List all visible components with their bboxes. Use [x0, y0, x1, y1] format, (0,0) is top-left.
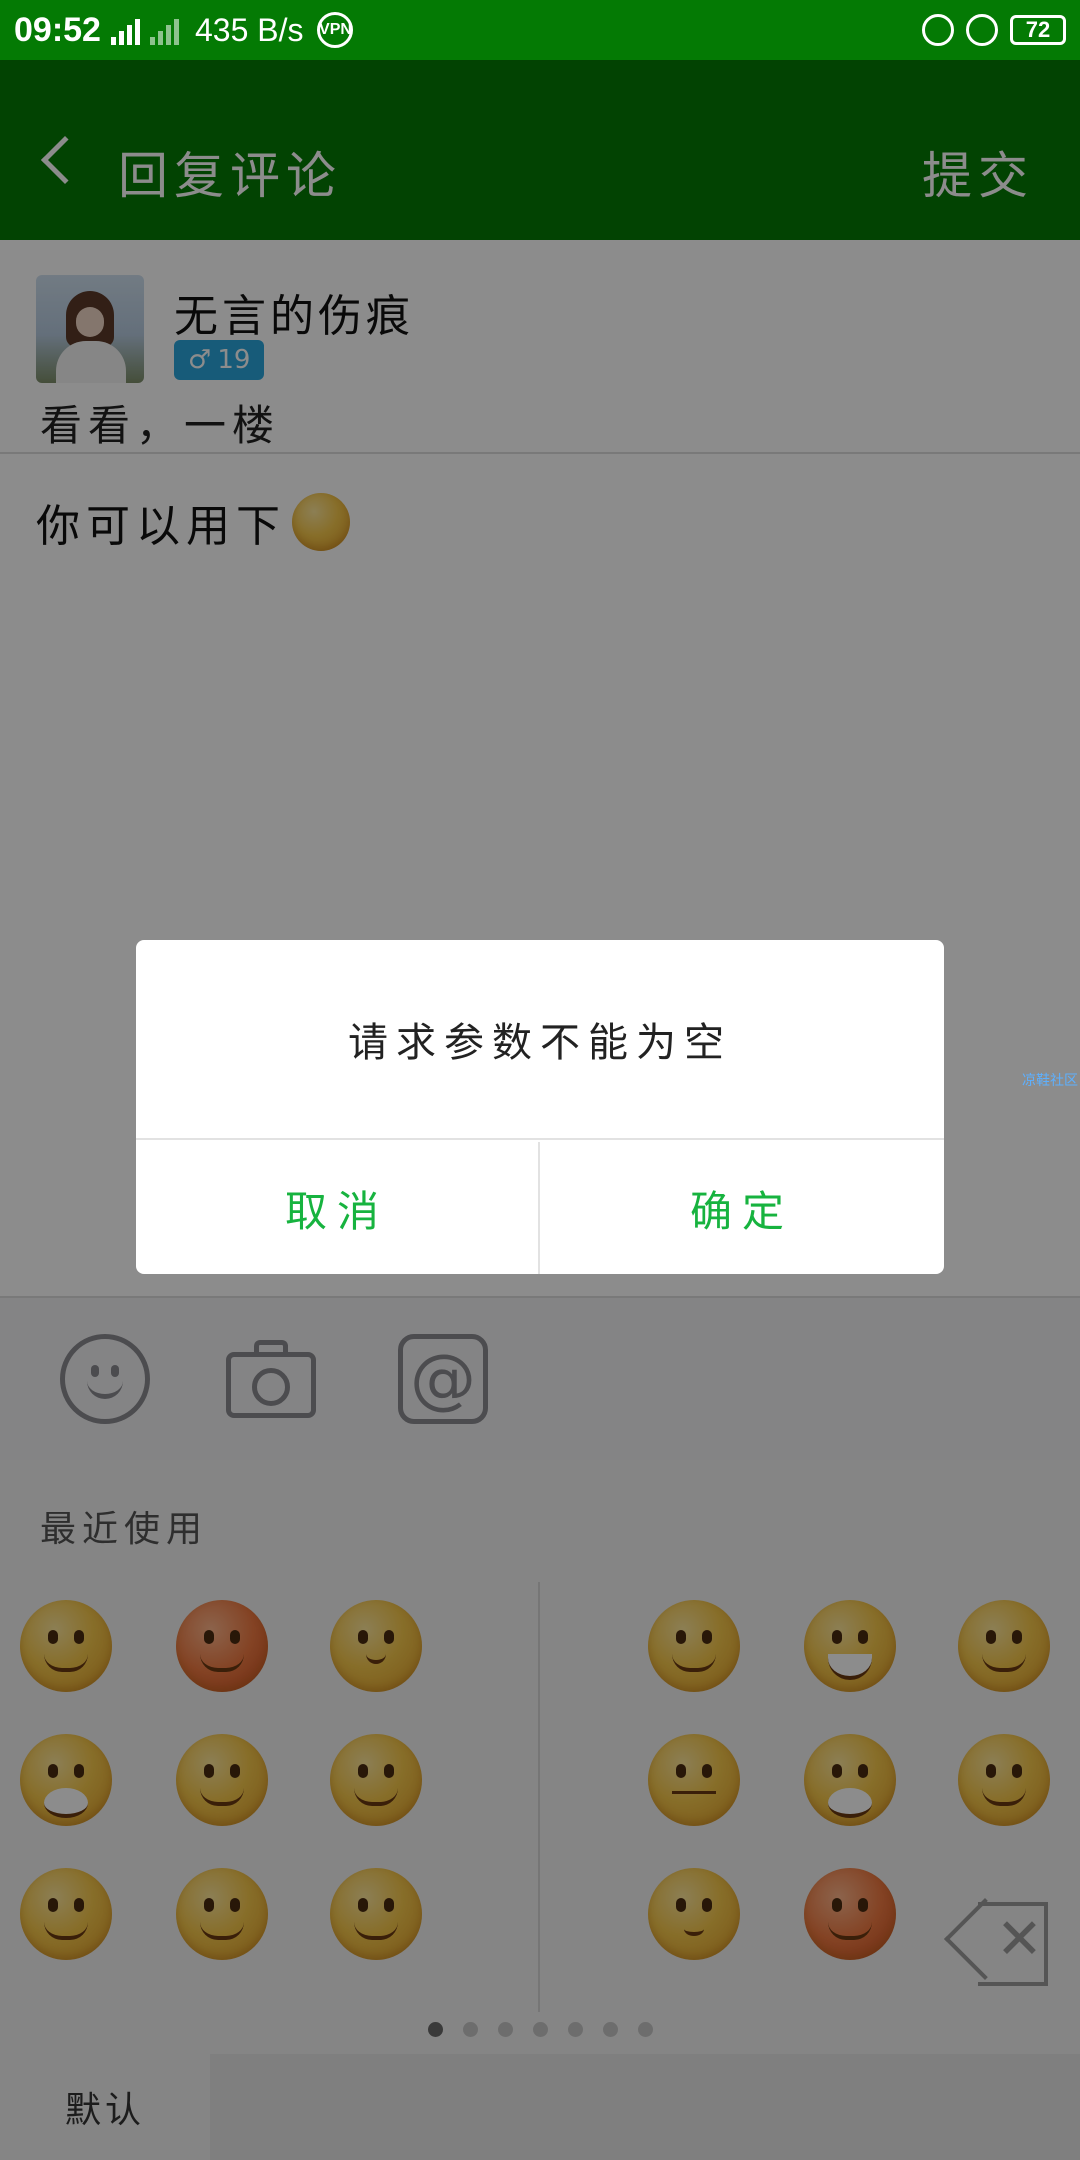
signal-2-icon — [149, 15, 179, 45]
watermark: 凉鞋社区 — [1022, 1073, 1078, 1089]
vpn-icon: VPN — [317, 12, 354, 48]
alert-dialog: 请求参数不能为空 取消 确定 — [136, 940, 944, 1274]
lock-rotation-icon — [922, 14, 954, 46]
cancel-button[interactable]: 取消 — [136, 1142, 540, 1274]
network-speed: 435 B/s — [194, 11, 304, 48]
confirm-button[interactable]: 确定 — [540, 1142, 944, 1274]
dialog-message: 请求参数不能为空 — [136, 940, 944, 1140]
battery-icon: 72 — [1010, 15, 1066, 45]
status-time: 09:52 — [14, 10, 101, 49]
alarm-icon — [966, 14, 998, 46]
signal-icon — [110, 15, 140, 45]
status-bar: 09:52 435 B/s VPN 72 — [0, 0, 1080, 60]
